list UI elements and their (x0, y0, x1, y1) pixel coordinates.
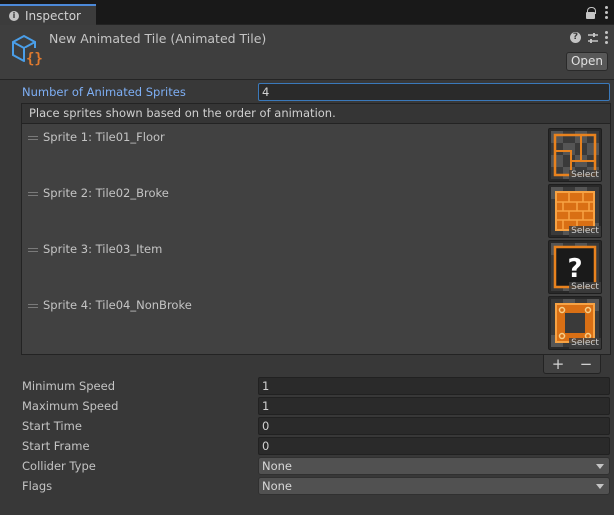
collider-type-label: Collider Type (22, 459, 96, 473)
svg-text:{}: {} (26, 51, 43, 67)
start-frame-row: Start Frame 0 (22, 437, 610, 455)
list-add-remove: + − (543, 355, 601, 374)
num-sprites-label: Number of Animated Sprites (22, 85, 186, 99)
chevron-down-icon (596, 484, 604, 489)
sprite-label: Sprite 3: Tile03_Item (43, 242, 163, 256)
help-icon[interactable]: ? (570, 32, 581, 43)
sprite-thumbnail[interactable]: Select (548, 128, 602, 182)
collider-type-dropdown[interactable]: None (258, 457, 610, 475)
start-time-input[interactable]: 0 (258, 417, 610, 435)
header-icons: ? (570, 31, 608, 44)
settings-sliders-icon[interactable] (587, 32, 599, 44)
svg-text:?: ? (567, 254, 582, 284)
sprite-label: Sprite 1: Tile01_Floor (43, 130, 165, 144)
list-item[interactable]: Sprite 4: Tile04_NonBroke Select (22, 292, 610, 350)
more-options-icon[interactable] (605, 6, 608, 19)
drag-handle-icon[interactable] (28, 136, 38, 142)
lock-icon[interactable] (586, 6, 596, 19)
drag-handle-icon[interactable] (28, 248, 38, 254)
open-button[interactable]: Open (566, 52, 608, 71)
sprite-label: Sprite 4: Tile04_NonBroke (43, 298, 192, 312)
num-sprites-input[interactable]: 4 (258, 83, 610, 101)
collider-type-value: None (262, 459, 293, 473)
start-time-label: Start Time (22, 419, 82, 433)
tab-inspector[interactable]: i Inspector (0, 4, 96, 25)
list-item[interactable]: Sprite 2: Tile02_Broke Select (22, 180, 610, 238)
add-icon[interactable]: + (552, 355, 565, 373)
num-sprites-row: Number of Animated Sprites 4 (22, 83, 610, 101)
sprite-thumbnail[interactable]: Select (548, 296, 602, 350)
sprite-thumbnail[interactable]: Select (548, 184, 602, 238)
tab-bar: i Inspector (0, 0, 614, 25)
sprite-thumbnail[interactable]: ? Select (548, 240, 602, 294)
flags-label: Flags (22, 479, 53, 493)
tab-label: Inspector (25, 8, 81, 23)
asset-title: New Animated Tile (Animated Tile) (49, 31, 267, 46)
list-item[interactable]: Sprite 3: Tile03_Item ? Select (22, 236, 610, 294)
chevron-down-icon (596, 464, 604, 469)
start-frame-label: Start Frame (22, 439, 90, 453)
flags-dropdown[interactable]: None (258, 477, 610, 495)
start-frame-input[interactable]: 0 (258, 437, 610, 455)
drag-handle-icon[interactable] (28, 192, 38, 198)
list-item[interactable]: Sprite 1: Tile01_Floor Select (22, 124, 610, 182)
min-speed-input[interactable]: 1 (258, 377, 610, 395)
flags-row: Flags None (22, 477, 610, 495)
sprite-list-header: Place sprites shown based on the order o… (21, 103, 611, 123)
tab-icons (586, 6, 608, 19)
min-speed-row: Minimum Speed 1 (22, 377, 610, 395)
flags-value: None (262, 479, 293, 493)
sprite-list: Sprite 1: Tile01_Floor Select Sprite 2: … (21, 123, 611, 355)
start-time-row: Start Time 0 (22, 417, 610, 435)
more-options-icon[interactable] (605, 31, 608, 44)
sprite-label: Sprite 2: Tile02_Broke (43, 186, 169, 200)
collider-type-row: Collider Type None (22, 457, 610, 475)
max-speed-label: Maximum Speed (22, 399, 119, 413)
select-button[interactable]: Select (569, 338, 601, 349)
min-speed-label: Minimum Speed (22, 379, 115, 393)
remove-icon[interactable]: − (580, 355, 593, 373)
max-speed-row: Maximum Speed 1 (22, 397, 610, 415)
max-speed-input[interactable]: 1 (258, 397, 610, 415)
inspector-header: {} New Animated Tile (Animated Tile) ? O… (0, 25, 614, 80)
animated-tile-asset-icon: {} (12, 34, 43, 67)
drag-handle-icon[interactable] (28, 304, 38, 310)
info-icon: i (9, 10, 19, 21)
